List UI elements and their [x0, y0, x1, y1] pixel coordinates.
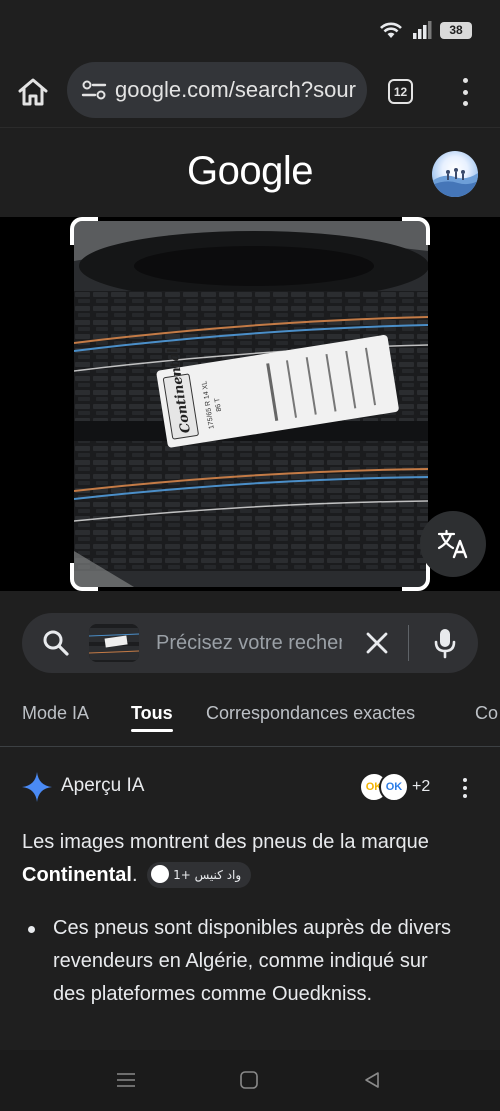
source-ouedkniss-icon: OK	[379, 772, 409, 802]
more-vert-icon[interactable]	[458, 778, 472, 798]
query-image-thumbnail[interactable]	[89, 624, 139, 662]
url-text: google.com/search?sour	[115, 77, 356, 102]
status-bar: 38	[0, 0, 500, 56]
ouedkniss-icon	[151, 865, 170, 883]
source-icons[interactable]: OK OK	[359, 772, 409, 802]
site-settings-icon[interactable]	[81, 79, 107, 101]
tab-tous[interactable]: Tous	[131, 703, 173, 724]
avatar[interactable]	[432, 151, 478, 197]
status-icons: 38	[378, 20, 472, 40]
crop-handle-top-right[interactable]	[402, 217, 430, 245]
tabs-icon[interactable]: 12	[388, 79, 413, 104]
tab-mode-ia[interactable]: Mode IA	[22, 703, 89, 724]
signal-icon	[413, 21, 432, 39]
divider	[408, 625, 409, 661]
recents-icon[interactable]	[115, 1070, 137, 1090]
home-icon[interactable]	[16, 76, 50, 108]
source-chip[interactable]: واد كنيس +1	[147, 862, 252, 888]
wifi-icon	[380, 22, 402, 38]
search-tabs: Mode IA Tous Correspondances exactes Co	[0, 691, 500, 747]
mic-icon[interactable]	[432, 627, 458, 659]
translate-button[interactable]	[420, 511, 486, 577]
summary-text: Les images montrent des pneus de la marq…	[22, 831, 429, 853]
more-vert-icon[interactable]	[455, 78, 475, 106]
tire-photo[interactable]: Continental 175/65 R 14 XL 86 T	[74, 221, 428, 587]
brand-name: Continental	[22, 864, 132, 886]
crop-handle-top-left[interactable]	[70, 217, 98, 245]
image-preview: Continental 175/65 R 14 XL 86 T	[0, 217, 500, 591]
translate-icon	[437, 529, 468, 559]
source-count[interactable]: +2	[412, 778, 430, 796]
url-bar[interactable]: google.com/search?sour	[67, 62, 367, 118]
google-header: Google	[0, 129, 500, 217]
tab-overflow[interactable]: Co	[475, 703, 498, 724]
system-nav-bar	[0, 1050, 500, 1111]
active-tab-indicator	[131, 729, 173, 732]
brand-suffix: .	[132, 864, 138, 886]
home-nav-icon[interactable]	[238, 1070, 260, 1090]
ai-bullet-list: Ces pneus sont disponibles auprès de div…	[22, 912, 462, 1011]
search-input[interactable]	[156, 623, 342, 663]
google-logo[interactable]: Google	[0, 149, 500, 194]
list-item: Ces pneus sont disponibles auprès de div…	[22, 912, 462, 1011]
search-icon[interactable]	[42, 629, 70, 657]
search-box[interactable]	[22, 613, 478, 673]
back-icon[interactable]	[361, 1070, 383, 1090]
source-chip-label: واد كنيس +1	[173, 868, 242, 882]
browser-toolbar: google.com/search?sour 12	[0, 56, 500, 128]
crop-handle-bottom-right[interactable]	[402, 563, 430, 591]
tab-exact-matches[interactable]: Correspondances exactes	[206, 703, 415, 724]
ai-overview-title: Aperçu IA	[61, 775, 145, 796]
battery-icon: 38	[440, 21, 472, 39]
search-section	[0, 591, 500, 691]
ai-sparkle-icon	[22, 772, 52, 802]
crop-handle-bottom-left[interactable]	[70, 563, 98, 591]
ai-overview-summary: Les images montrent des pneus de la marq…	[22, 826, 482, 892]
ai-overview: Aperçu IA OK OK +2 Les images montrent d…	[0, 748, 500, 1050]
close-icon[interactable]	[364, 630, 390, 656]
